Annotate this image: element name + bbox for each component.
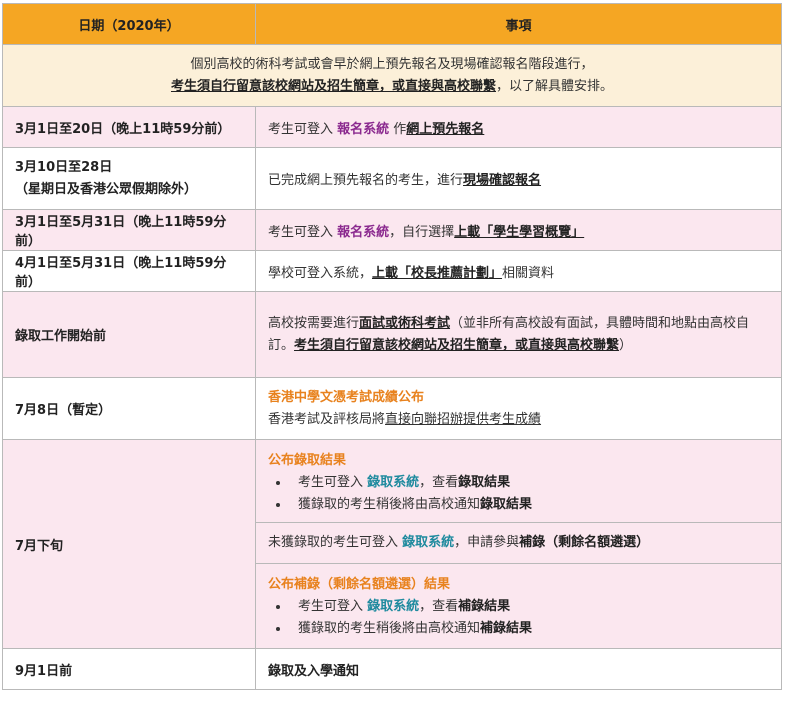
- text: ，查看: [419, 475, 459, 490]
- dse-results-text: 香港考試及評核局將直接向聯招辦提供考生成績: [268, 409, 769, 431]
- admission-results-heading: 公布錄取結果: [268, 453, 347, 468]
- table-row: 4月1日至5月31日（晚上11時59分前） 學校可登入系統，上載「校長推薦計劃」…: [2, 250, 782, 292]
- table-row: 3月10日至28日 （星期日及香港公眾假期除外） 已完成網上預先報名的考生，進行…: [2, 147, 782, 210]
- admission-system-link[interactable]: 錄取系統: [367, 599, 419, 614]
- supplementary-results-heading: 公布補錄（剩餘名額遴選）結果: [268, 577, 451, 592]
- text: ，申請參與: [454, 535, 520, 550]
- text: 作: [389, 121, 407, 137]
- upload-principal-recommendation: 上載「校長推薦計劃」: [372, 265, 503, 281]
- text: ）: [619, 337, 633, 353]
- upload-student-profile: 上載「學生學習概覽」: [454, 224, 585, 240]
- admission-notice: 錄取及入學通知: [255, 648, 782, 690]
- row-matter: 考生可登入 報名系統 作網上預先報名: [255, 106, 782, 148]
- row-matter: 學校可登入系統，上載「校長推薦計劃」相關資料: [255, 250, 782, 292]
- list-item: 考生可登入 錄取系統，查看補錄結果: [290, 596, 769, 618]
- row-matter: 考生可登入 報名系統，自行選擇上載「學生學習概覽」: [255, 209, 782, 251]
- intro-cell: 個別高校的術科考試或會早於網上預先報名及現場確認報名階段進行， 考生須自行留意該…: [2, 44, 782, 107]
- intro-line-2: 考生須自行留意該校網站及招生簡章，或直接與高校聯繫，以了解具體安排。: [15, 76, 769, 98]
- row-date: 3月1日至20日（晚上11時59分前）: [2, 106, 256, 148]
- column-header-matters: 事項: [255, 3, 782, 45]
- row-date: 9月1日前: [2, 648, 256, 690]
- text: 考生可登入: [298, 475, 368, 490]
- row-matter: 高校按需要進行面試或術科考試（並非所有高校設有面試，具體時間和地點由高校自訂。考…: [255, 291, 782, 378]
- row-date: 3月10日至28日 （星期日及香港公眾假期除外）: [2, 147, 256, 210]
- row-matter: 公布錄取結果 考生可登入 錄取系統，查看錄取結果 獲錄取的考生稍後將由高校通知錄…: [255, 439, 782, 649]
- text: 考生可登入: [268, 224, 338, 240]
- table-row: 3月1日至20日（晚上11時59分前） 考生可登入 報名系統 作網上預先報名: [2, 106, 782, 148]
- text: ，查看: [419, 599, 459, 614]
- text: 考生可登入: [268, 121, 338, 137]
- onsite-confirmation: 現場確認報名: [463, 173, 542, 188]
- date-line-1: 3月10日至28日: [15, 159, 113, 175]
- table-row: 3月1日至5月31日（晚上11時59分前） 考生可登入 報名系統，自行選擇上載「…: [2, 209, 782, 251]
- schedule-table: 日期（2020年） 事項 個別高校的術科考試或會早於網上預先報名及現場確認報名階…: [2, 3, 782, 690]
- supplementary-results: 補錄結果: [480, 621, 533, 636]
- admission-results-list: 考生可登入 錄取系統，查看錄取結果 獲錄取的考生稍後將由高校通知錄取結果: [268, 472, 769, 516]
- supplementary-results-list: 考生可登入 錄取系統，查看補錄結果 獲錄取的考生稍後將由高校通知補錄結果: [268, 596, 769, 640]
- text: 考生可登入: [298, 599, 368, 614]
- list-item: 獲錄取的考生稍後將由高校通知補錄結果: [290, 618, 769, 640]
- table-row: 7月下旬 公布錄取結果 考生可登入 錄取系統，查看錄取結果 獲錄取的考生稍後將由…: [2, 439, 782, 649]
- table-row: 9月1日前 錄取及入學通知: [2, 648, 782, 690]
- column-header-date: 日期（2020年）: [2, 3, 256, 45]
- dse-results-heading: 香港中學文憑考試成績公布: [268, 389, 425, 405]
- row-matter: 已完成網上預先報名的考生，進行現場確認報名: [255, 147, 782, 210]
- text: 高校按需要進行: [268, 315, 360, 331]
- text: 學校可登入系統，: [268, 265, 373, 281]
- supplementary-round: 補錄（剩餘名額遴選）: [519, 535, 650, 550]
- notice: 考生須自行留意該校網站及招生簡章，或直接與高校聯繫: [294, 337, 620, 353]
- table-row: 7月8日（暫定） 香港中學文憑考試成績公布 香港考試及評核局將直接向聯招辦提供考…: [2, 377, 782, 440]
- row-date: 錄取工作開始前: [2, 291, 256, 378]
- text: 獲錄取的考生稍後將由高校通知: [298, 621, 481, 636]
- admission-results: 錄取結果: [458, 475, 511, 490]
- direct-results-provision: 直接向聯招辦提供考生成績: [385, 411, 542, 427]
- supplementary-application-block: 未獲錄取的考生可登入 錄取系統，申請參與補錄（剩餘名額遴選）: [256, 523, 781, 564]
- text: 未獲錄取的考生可登入: [268, 535, 403, 550]
- text: 獲錄取的考生稍後將由高校通知: [298, 497, 481, 512]
- row-matter: 香港中學文憑考試成績公布 香港考試及評核局將直接向聯招辦提供考生成績: [255, 377, 782, 440]
- row-date: 7月8日（暫定）: [2, 377, 256, 440]
- text: 相關資料: [502, 265, 555, 281]
- admission-system-link[interactable]: 錄取系統: [402, 535, 454, 550]
- row-date: 3月1日至5月31日（晚上11時59分前）: [2, 209, 256, 251]
- text: 香港考試及評核局將: [268, 411, 386, 427]
- row-date: 7月下旬: [2, 439, 256, 649]
- admission-system-link[interactable]: 錄取系統: [367, 475, 419, 490]
- table-row: 錄取工作開始前 高校按需要進行面試或術科考試（並非所有高校設有面試，具體時間和地…: [2, 291, 782, 378]
- intro-notice: 考生須自行留意該校網站及招生簡章，或直接與高校聯繫: [170, 78, 496, 94]
- supplementary-results-block: 公布補錄（剩餘名額遴選）結果 考生可登入 錄取系統，查看補錄結果 獲錄取的考生稍…: [256, 564, 781, 648]
- admission-results-block: 公布錄取結果 考生可登入 錄取系統，查看錄取結果 獲錄取的考生稍後將由高校通知錄…: [256, 440, 781, 523]
- supplementary-results: 補錄結果: [458, 599, 511, 614]
- interview-or-test: 面試或術科考試: [359, 315, 451, 331]
- online-pre-registration: 網上預先報名: [406, 121, 485, 137]
- list-item: 獲錄取的考生稍後將由高校通知錄取結果: [290, 494, 769, 516]
- intro-row: 個別高校的術科考試或會早於網上預先報名及現場確認報名階段進行， 考生須自行留意該…: [2, 44, 782, 107]
- intro-line-2-rest: ，以了解具體安排。: [496, 78, 614, 94]
- list-item: 考生可登入 錄取系統，查看錄取結果: [290, 472, 769, 494]
- table-header-row: 日期（2020年） 事項: [2, 3, 782, 45]
- registration-system-link[interactable]: 報名系統: [337, 225, 389, 240]
- registration-system-link[interactable]: 報名系統: [337, 122, 389, 137]
- admission-results: 錄取結果: [480, 497, 533, 512]
- text: ，自行選擇: [389, 224, 455, 240]
- text: 已完成網上預先報名的考生，進行: [268, 173, 464, 188]
- row-date: 4月1日至5月31日（晚上11時59分前）: [2, 250, 256, 292]
- intro-line-1: 個別高校的術科考試或會早於網上預先報名及現場確認報名階段進行，: [190, 56, 594, 72]
- date-line-2: （星期日及香港公眾假期除外）: [15, 181, 198, 197]
